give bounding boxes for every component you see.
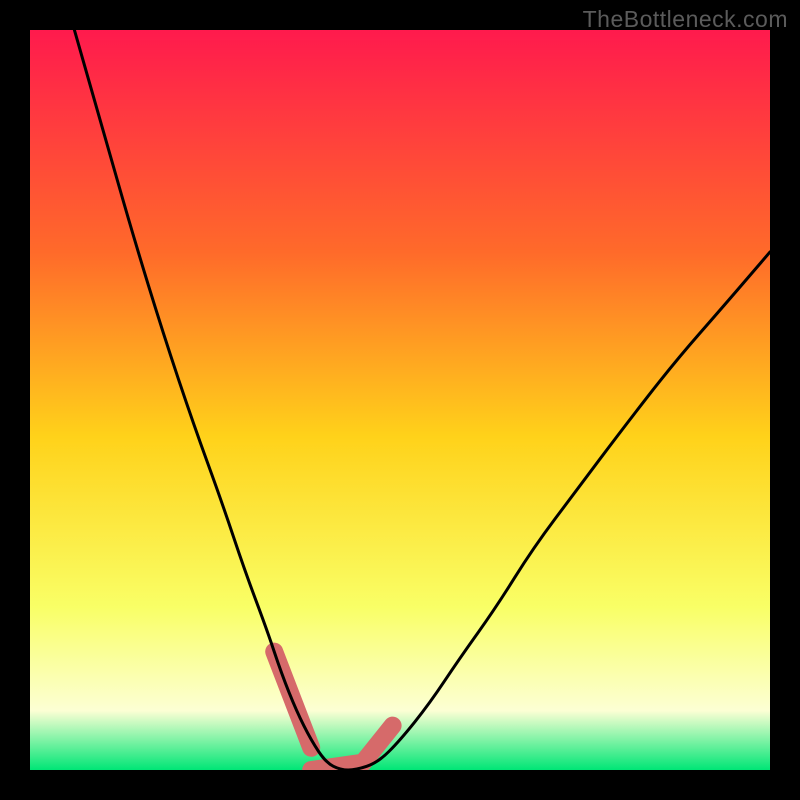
gradient-background [30,30,770,770]
bottleneck-chart [30,30,770,770]
chart-frame [30,30,770,770]
watermark-text: TheBottleneck.com [583,6,788,33]
